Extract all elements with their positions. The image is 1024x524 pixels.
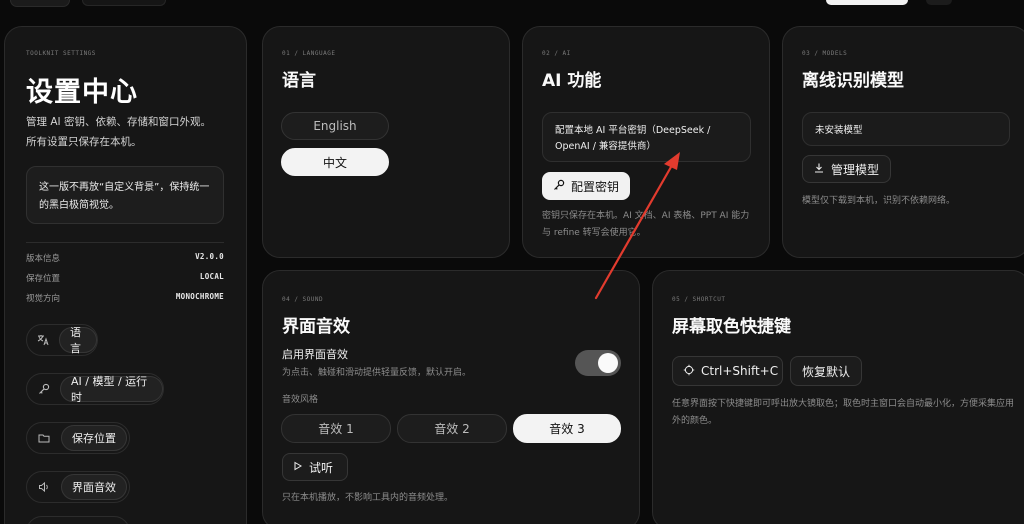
- sound-style-1[interactable]: 音效 1: [281, 414, 391, 443]
- models-eyebrow: 03 / MODELS: [802, 50, 848, 57]
- top-button-icon[interactable]: [926, 0, 952, 5]
- sound-style-3[interactable]: 音效 3: [513, 414, 621, 443]
- sidebar-description: 管理 AI 密钥、依赖、存储和窗口外观。 所有设置只保存在本机。: [26, 116, 211, 148]
- sidebar-eyebrow: TOOLKNIT SETTINGS: [26, 50, 96, 57]
- sound-card: [262, 270, 640, 524]
- models-note: 模型仅下载到本机，识别不依赖网络。: [802, 196, 956, 206]
- translate-icon: [37, 334, 49, 346]
- ai-eyebrow: 02 / AI: [542, 50, 571, 57]
- shortcut-title: 屏幕取色快捷键: [672, 317, 791, 337]
- models-status: 未安装模型: [802, 112, 1010, 146]
- sound-style-2[interactable]: 音效 2: [397, 414, 507, 443]
- meta-version: 版本信息 V2.0.0: [26, 252, 224, 264]
- sidebar-item-ai[interactable]: AI / 模型 / 运行时: [26, 373, 164, 405]
- folder-icon: [37, 432, 51, 444]
- sound-title: 界面音效: [282, 317, 350, 337]
- key-icon: [553, 179, 565, 194]
- language-card: [262, 26, 510, 258]
- language-option-chinese[interactable]: 中文: [281, 148, 389, 176]
- sound-note: 只在本机播放，不影响工具内的音频处理。: [282, 493, 454, 503]
- models-title: 离线识别模型: [802, 71, 904, 91]
- reset-default-button[interactable]: 恢复默认: [790, 356, 862, 386]
- top-button-primary[interactable]: [826, 0, 908, 5]
- page-title: 设置中心: [26, 77, 138, 108]
- play-icon: [293, 460, 303, 474]
- sidebar-item-sound[interactable]: 界面音效: [26, 471, 130, 503]
- sound-eyebrow: 04 / SOUND: [282, 296, 324, 303]
- key-icon: [37, 383, 50, 395]
- sound-toggle[interactable]: [575, 350, 621, 376]
- sidebar-item-language[interactable]: 语言: [26, 324, 98, 356]
- manage-models-button[interactable]: 管理模型: [802, 155, 891, 183]
- meta-storage: 保存位置 LOCAL: [26, 272, 224, 284]
- eyedropper-icon: [683, 364, 695, 379]
- speaker-icon: [37, 481, 51, 493]
- shortcut-key-button[interactable]: Ctrl+Shift+C: [672, 356, 783, 386]
- toggle-knob: [598, 353, 618, 373]
- top-button-left[interactable]: [10, 0, 70, 7]
- sound-toggle-label: 启用界面音效: [282, 348, 348, 361]
- divider: [26, 242, 224, 243]
- sidebar-item-storage[interactable]: 保存位置: [26, 422, 130, 454]
- language-option-english[interactable]: English: [281, 112, 389, 140]
- ai-note: 密钥只保存在本机。AI 文档、AI 表格、PPT AI 能力与 refine 转…: [542, 211, 750, 238]
- language-eyebrow: 01 / LANGUAGE: [282, 50, 336, 57]
- ai-title: AI 功能: [542, 71, 602, 91]
- shortcut-note: 任意界面按下快捷键即可呼出放大镜取色；取色时主窗口会自动最小化，方便采集应用外的…: [672, 399, 1015, 426]
- top-button-left-2[interactable]: [82, 0, 166, 6]
- configure-key-button[interactable]: 配置密钥: [542, 172, 630, 200]
- ai-key-info: 配置本地 AI 平台密钥（DeepSeek / OpenAI / 兼容提供商）: [542, 112, 751, 162]
- sound-toggle-desc: 为点击、触碰和滑动提供轻量反馈，默认开启。: [282, 368, 472, 378]
- meta-visual: 视觉方向 MONOCHROME: [26, 292, 224, 304]
- sidebar-note: 这一版不再放“自定义背景”，保持统一的黑白极简视觉。: [26, 166, 224, 224]
- preview-sound-button[interactable]: 试听: [282, 453, 348, 481]
- sidebar-item-more[interactable]: [26, 516, 130, 524]
- download-icon: [813, 162, 825, 177]
- language-title: 语言: [282, 71, 316, 91]
- sound-style-label: 音效风格: [282, 395, 319, 405]
- shortcut-eyebrow: 05 / SHORTCUT: [672, 296, 726, 303]
